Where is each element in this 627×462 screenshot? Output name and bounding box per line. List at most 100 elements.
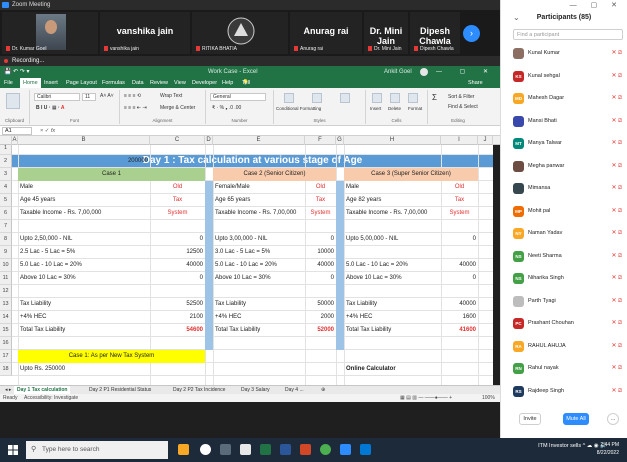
tab-review[interactable]: Review — [150, 78, 168, 88]
next-page-button[interactable]: › — [463, 25, 480, 42]
case1-value-cell[interactable]: 40000 — [150, 259, 205, 272]
tab-formulas[interactable]: Formulas — [102, 78, 125, 88]
row-header[interactable]: 15 — [0, 324, 12, 337]
number-format-icons[interactable]: ₹ · % ❟ .0 .00 — [212, 105, 241, 111]
zoom-level[interactable]: 100% — [482, 394, 495, 402]
insert-cells-icon[interactable] — [372, 93, 382, 103]
chrome-taskbar-icon[interactable] — [320, 444, 331, 455]
tab-help[interactable]: Help — [222, 78, 233, 88]
column-header[interactable]: F — [305, 136, 336, 145]
delete-button[interactable]: Delete — [388, 106, 401, 111]
participant-item[interactable]: NS Niharika Singh ✕ ⧄ — [501, 269, 627, 289]
system-clock[interactable]: 2:44 PM 8/22/2022 — [597, 441, 619, 457]
video-tile-anurag[interactable]: Anurag rai Anurag rai — [290, 12, 362, 54]
column-header[interactable]: J — [478, 136, 493, 145]
case1-value-cell[interactable]: 54600 — [150, 324, 205, 337]
merge-center-button[interactable]: Merge & Center — [160, 105, 195, 111]
case2-value-cell[interactable]: System — [305, 207, 336, 220]
case2-value-cell[interactable] — [305, 285, 336, 298]
case2-label-cell[interactable]: Female/Male — [213, 181, 305, 194]
font-grow-icon[interactable]: A˄ A˅ — [100, 93, 114, 99]
case1-value-cell[interactable]: System — [150, 207, 205, 220]
case1-value-cell[interactable]: Tax — [150, 194, 205, 207]
participant-item[interactable]: Megha panwar ✕ ⧄ — [501, 157, 627, 177]
participant-item[interactable]: KS Kunal sehgal ✕ ⧄ — [501, 67, 627, 87]
row-header[interactable]: 14 — [0, 311, 12, 324]
row-header[interactable]: 18 — [0, 363, 12, 376]
case2-value-cell[interactable]: 50000 — [305, 298, 336, 311]
case1-header[interactable]: Case 1 — [18, 168, 205, 181]
case1-label-cell[interactable]: Age 45 years — [18, 194, 150, 207]
participant-item[interactable]: RS Rajdeep Singh ✕ ⧄ — [501, 382, 627, 402]
case3-label-cell[interactable]: Male — [344, 181, 441, 194]
quick-access-toolbar[interactable]: 💾 ↶ ↷ ▾ — [4, 66, 30, 78]
case2-value-cell[interactable]: 10000 — [305, 246, 336, 259]
row-header[interactable]: 5 — [0, 194, 12, 207]
insert-button[interactable]: Insert — [370, 106, 381, 111]
format-cells-icon[interactable] — [408, 93, 418, 103]
task-view-icon[interactable] — [200, 444, 211, 455]
conditional-formatting-button[interactable]: Conditional Formatting — [276, 106, 321, 111]
user-avatar[interactable] — [420, 68, 428, 76]
case1-label-cell[interactable]: Above 10 Lac = 30% — [18, 272, 150, 285]
participant-item[interactable]: Mansi Bhati ✕ ⧄ — [501, 112, 627, 132]
row-header[interactable]: 7 — [0, 220, 12, 233]
case3-label-cell[interactable] — [344, 220, 441, 233]
autosum-icon[interactable]: Σ — [432, 93, 437, 102]
case3-value-cell[interactable] — [441, 220, 478, 233]
case1-label-cell[interactable]: 5.0 Lac - 10 Lac = 20% — [18, 259, 150, 272]
wrap-text-button[interactable]: Wrap Text — [160, 93, 182, 99]
case3-value-cell[interactable]: Old — [441, 181, 478, 194]
case1-value-cell[interactable]: 12500 — [150, 246, 205, 259]
case2-value-cell[interactable]: 2000 — [305, 311, 336, 324]
row-header[interactable]: 13 — [0, 298, 12, 311]
row-header[interactable]: 9 — [0, 246, 12, 259]
new-tax-header[interactable]: Case 1: As per New Tax System — [18, 350, 205, 363]
case3-label-cell[interactable] — [344, 285, 441, 298]
format-as-table-icon[interactable] — [312, 93, 322, 103]
case2-value-cell[interactable]: 0 — [305, 272, 336, 285]
number-format-select[interactable]: General — [210, 93, 266, 101]
case1-value-cell[interactable]: 2100 — [150, 311, 205, 324]
row-header[interactable]: 16 — [0, 337, 12, 350]
row-header[interactable]: 11 — [0, 272, 12, 285]
tab-insert[interactable]: Insert — [44, 78, 58, 88]
font-name-select[interactable]: Calibri — [34, 93, 80, 101]
participant-search-input[interactable]: Find a participant — [513, 29, 623, 40]
video-tile-dipesh[interactable]: Dipesh Chawla Dipesh Chawla — [410, 12, 460, 54]
panel-window-controls[interactable]: — ▢ ✕ — [570, 1, 623, 9]
edge-taskbar-icon[interactable] — [360, 444, 371, 455]
row-header[interactable]: 17 — [0, 350, 12, 363]
online-calculator-label[interactable]: Online Calculator — [344, 363, 444, 376]
case1-label-cell[interactable]: Tax Liability — [18, 298, 150, 311]
window-controls[interactable]: — ▢ ✕ — [436, 66, 496, 78]
case1-label-cell[interactable]: Upto 2,50,000 - NIL — [18, 233, 150, 246]
case2-label-cell[interactable]: Total Tax Liability — [213, 324, 305, 337]
column-header[interactable]: G — [336, 136, 344, 145]
tab-file[interactable]: File — [4, 78, 13, 88]
row-header[interactable]: 1 — [0, 145, 12, 155]
store-icon[interactable] — [240, 444, 251, 455]
case1-label-cell[interactable] — [18, 285, 150, 298]
column-header[interactable]: E — [213, 136, 305, 145]
bold-italic-underline-icons[interactable]: B I U · ▦ · A — [36, 105, 64, 111]
participant-item[interactable]: RN Rahul nayak ✕ ⧄ — [501, 359, 627, 379]
case1-value-cell[interactable]: 0 — [150, 233, 205, 246]
accessibility-status[interactable]: Accessibility: Investigate — [24, 394, 78, 402]
case1-value-cell[interactable]: 0 — [150, 272, 205, 285]
case3-value-cell[interactable]: 41600 — [441, 324, 478, 337]
zoom-taskbar-icon[interactable] — [340, 444, 351, 455]
case3-label-cell[interactable]: Age 82 years — [344, 194, 441, 207]
word-taskbar-icon[interactable] — [280, 444, 291, 455]
participant-item[interactable]: Parth Tyagi ✕ ⧄ — [501, 292, 627, 312]
case3-header[interactable]: Case 3 (Super Senior Citizen) — [344, 168, 478, 181]
windows-start-icon[interactable] — [8, 445, 18, 455]
case2-label-cell[interactable] — [213, 285, 305, 298]
participant-item[interactable]: Kunal Kumar ✕ ⧄ — [501, 44, 627, 64]
participant-item[interactable]: Mimansa ✕ ⧄ — [501, 179, 627, 199]
case3-value-cell[interactable]: Tax — [441, 194, 478, 207]
participant-item[interactable]: NS Neeti Sharma ✕ ⧄ — [501, 247, 627, 267]
case1-value-cell[interactable]: Old — [150, 181, 205, 194]
participant-item[interactable]: PC Prashant Chouhan ✕ ⧄ — [501, 314, 627, 334]
column-header[interactable]: H — [344, 136, 441, 145]
